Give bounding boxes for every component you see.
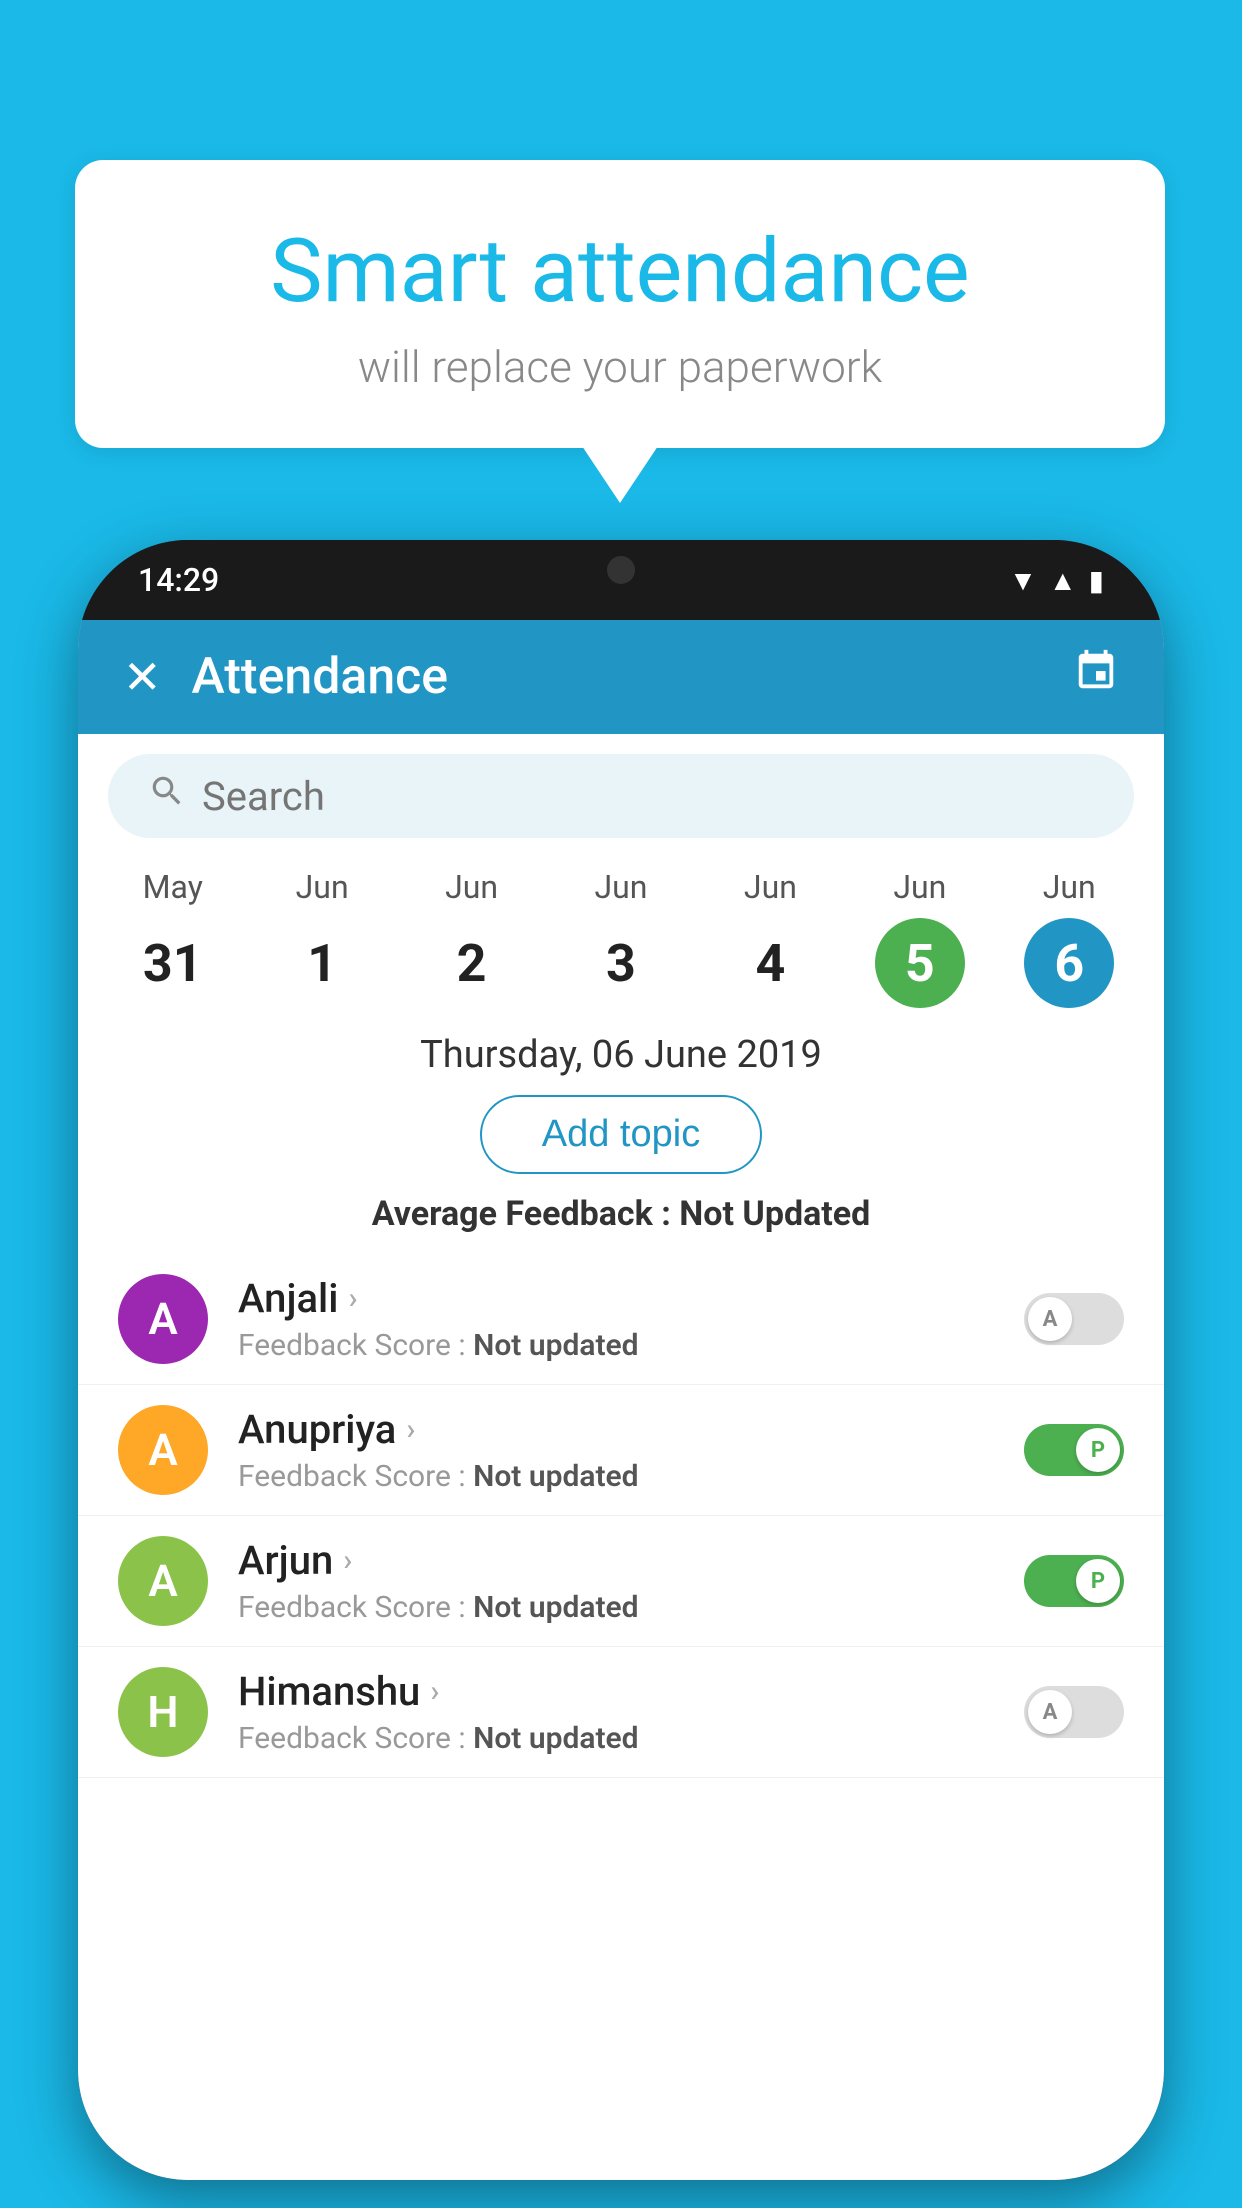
student-item[interactable]: A Anjali › Feedback Score : Not updated A: [78, 1254, 1164, 1385]
search-bar[interactable]: [108, 754, 1134, 838]
chevron-icon: ›: [348, 1281, 357, 1316]
cal-day-number[interactable]: 6: [1024, 918, 1114, 1008]
student-info: Anjali › Feedback Score : Not updated: [238, 1275, 994, 1363]
student-name: Himanshu ›: [238, 1668, 994, 1715]
calendar-day[interactable]: Jun 5: [855, 868, 985, 1008]
cal-day-number[interactable]: 4: [725, 918, 815, 1008]
student-item[interactable]: A Arjun › Feedback Score : Not updated P: [78, 1516, 1164, 1647]
toggle-knob: P: [1076, 1428, 1120, 1472]
avg-feedback-value: Not Updated: [679, 1194, 870, 1234]
status-icons: ▼ ▲ ▮: [1009, 564, 1104, 597]
calendar-day[interactable]: May 31: [108, 868, 238, 1008]
feedback-score: Feedback Score : Not updated: [238, 1590, 994, 1625]
status-time: 14:29: [138, 561, 219, 599]
avg-feedback-label: Average Feedback :: [372, 1194, 680, 1234]
toggle-switch[interactable]: P: [1024, 1555, 1124, 1607]
add-topic-button[interactable]: Add topic: [480, 1095, 762, 1174]
avg-feedback: Average Feedback : Not Updated: [78, 1194, 1164, 1234]
student-avatar: A: [118, 1405, 208, 1495]
chevron-icon: ›: [430, 1674, 439, 1709]
calendar-day[interactable]: Jun 3: [556, 868, 686, 1008]
student-avatar: A: [118, 1536, 208, 1626]
phone-notch: [541, 540, 701, 595]
chevron-icon: ›: [343, 1543, 352, 1578]
cal-month-label: May: [143, 868, 203, 906]
cal-month-label: Jun: [445, 868, 498, 906]
student-info: Anupriya › Feedback Score : Not updated: [238, 1406, 994, 1494]
attendance-toggle[interactable]: P: [1024, 1424, 1124, 1476]
phone-frame: 14:29 ▼ ▲ ▮ ✕ Attendance: [78, 540, 1164, 2180]
cal-day-number[interactable]: 3: [576, 918, 666, 1008]
signal-icon: ▲: [1049, 564, 1077, 597]
toggle-switch[interactable]: A: [1024, 1293, 1124, 1345]
app-screen: ✕ Attendance May31Jun1Jun2Jun3Jun4Jun5Ju…: [78, 620, 1164, 2180]
cal-month-label: Jun: [296, 868, 349, 906]
student-name: Anupriya ›: [238, 1406, 994, 1453]
attendance-toggle[interactable]: A: [1024, 1293, 1124, 1345]
speech-bubble: Smart attendance will replace your paper…: [75, 160, 1165, 448]
calendar-strip: May 31 Jun 1 Jun 2 Jun 3 Jun 4 Jun 5 Jun 6: [78, 858, 1164, 1008]
feedback-score: Feedback Score : Not updated: [238, 1328, 994, 1363]
student-info: Himanshu › Feedback Score : Not updated: [238, 1668, 994, 1756]
battery-icon: ▮: [1089, 564, 1104, 597]
app-header: ✕ Attendance: [78, 620, 1164, 734]
wifi-icon: ▼: [1009, 564, 1037, 597]
student-list: AAnjali ›Feedback Score : Not updatedAAA…: [78, 1254, 1164, 1778]
date-heading: Thursday, 06 June 2019: [78, 1033, 1164, 1077]
calendar-icon[interactable]: [1073, 648, 1119, 706]
cal-day-number[interactable]: 2: [427, 918, 517, 1008]
calendar-day[interactable]: Jun 6: [1004, 868, 1134, 1008]
cal-month-label: Jun: [1043, 868, 1096, 906]
student-avatar: H: [118, 1667, 208, 1757]
cal-month-label: Jun: [744, 868, 797, 906]
calendar-day[interactable]: Jun 1: [257, 868, 387, 1008]
bubble-title: Smart attendance: [125, 220, 1115, 323]
calendar-day[interactable]: Jun 2: [407, 868, 537, 1008]
student-item[interactable]: H Himanshu › Feedback Score : Not updated A: [78, 1647, 1164, 1778]
chevron-icon: ›: [406, 1412, 415, 1447]
header-title: Attendance: [192, 648, 449, 706]
bubble-subtitle: will replace your paperwork: [125, 341, 1115, 393]
search-icon: [148, 772, 186, 820]
student-item[interactable]: A Anupriya › Feedback Score : Not updated P: [78, 1385, 1164, 1516]
attendance-toggle[interactable]: A: [1024, 1686, 1124, 1738]
cal-day-number[interactable]: 5: [875, 918, 965, 1008]
student-name: Anjali ›: [238, 1275, 994, 1322]
toggle-switch[interactable]: A: [1024, 1686, 1124, 1738]
feedback-score: Feedback Score : Not updated: [238, 1721, 994, 1756]
toggle-knob: P: [1076, 1559, 1120, 1603]
cal-month-label: Jun: [893, 868, 946, 906]
student-name: Arjun ›: [238, 1537, 994, 1584]
toggle-switch[interactable]: P: [1024, 1424, 1124, 1476]
cal-day-number[interactable]: 31: [128, 918, 218, 1008]
header-left: ✕ Attendance: [123, 648, 448, 706]
cal-day-number[interactable]: 1: [277, 918, 367, 1008]
student-avatar: A: [118, 1274, 208, 1364]
notch-camera: [607, 556, 635, 584]
student-info: Arjun › Feedback Score : Not updated: [238, 1537, 994, 1625]
feedback-score: Feedback Score : Not updated: [238, 1459, 994, 1494]
status-bar: 14:29 ▼ ▲ ▮: [78, 540, 1164, 620]
attendance-toggle[interactable]: P: [1024, 1555, 1124, 1607]
calendar-day[interactable]: Jun 4: [705, 868, 835, 1008]
toggle-knob: A: [1028, 1297, 1072, 1341]
search-input[interactable]: [202, 773, 1094, 820]
cal-month-label: Jun: [594, 868, 647, 906]
toggle-knob: A: [1028, 1690, 1072, 1734]
close-button[interactable]: ✕: [123, 650, 162, 705]
